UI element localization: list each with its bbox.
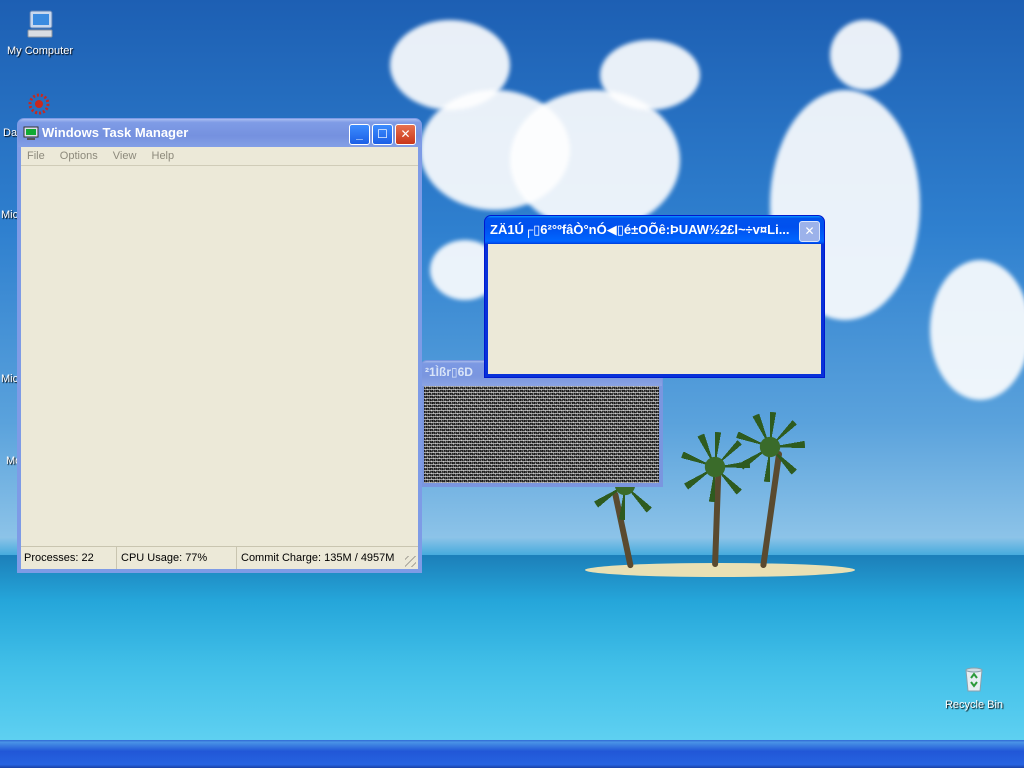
window-title: ZÄ1Ú┌▯6²°ºfâÒ°nÓ◀▯é±OÕê:ÞUAW½2£l~÷v¤Li..…	[490, 222, 790, 237]
recycle-bin-icon	[965, 667, 983, 692]
desktop-icon-label: Da	[3, 127, 18, 139]
desktop-icon-recycle-bin[interactable]: Recycle Bin	[934, 662, 1014, 711]
menu-options[interactable]: Options	[60, 150, 98, 162]
close-icon: ✕	[400, 127, 411, 141]
island	[585, 563, 855, 577]
minimize-button[interactable]: _	[349, 124, 370, 145]
close-button[interactable]: ✕	[395, 124, 416, 145]
menu-view[interactable]: View	[113, 150, 137, 162]
window-client	[488, 244, 821, 374]
desktop-icon-my-computer[interactable]: My Computer	[0, 8, 80, 57]
cloud	[930, 260, 1024, 400]
glitch-window-back[interactable]: ²1Ìßr▯6D	[420, 360, 663, 487]
window-titlebar[interactable]: Windows Task Manager _ ☐ ✕	[18, 119, 421, 147]
desktop-icon-label: Mic	[1, 373, 19, 385]
close-button[interactable]: ✕	[799, 221, 820, 242]
menu-help[interactable]: Help	[152, 150, 175, 162]
desktop-icon-label: My Computer	[6, 45, 74, 57]
desktop-icon-label: Mic	[1, 209, 19, 221]
task-manager-icon	[23, 126, 39, 140]
taskbar	[0, 740, 1024, 768]
status-commit-charge: Commit Charge: 135M / 4957M	[241, 552, 395, 564]
menu-file[interactable]: File	[27, 150, 45, 162]
cloud	[510, 90, 680, 230]
resize-grip[interactable]	[405, 556, 416, 567]
task-manager-window[interactable]: Windows Task Manager _ ☐ ✕ File Options …	[17, 118, 422, 573]
window-title: Windows Task Manager	[42, 125, 189, 140]
menu-bar: File Options View Help	[21, 147, 418, 166]
cloud	[830, 20, 900, 90]
cloud	[600, 40, 700, 110]
status-bar: Processes: 22 CPU Usage: 77% Commit Char…	[21, 546, 418, 569]
close-icon: ✕	[804, 224, 815, 238]
maximize-button[interactable]: ☐	[372, 124, 393, 145]
desktop-icon-label: Recycle Bin	[944, 699, 1004, 711]
computer-icon	[27, 10, 53, 38]
garbled-content	[424, 386, 659, 483]
maximize-icon: ☐	[377, 127, 388, 141]
task-manager-client: File Options View Help Processes: 22 CPU…	[21, 147, 418, 569]
window-titlebar[interactable]: ZÄ1Ú┌▯6²°ºfâÒ°nÓ◀▯é±OÕê:ÞUAW½2£l~÷v¤Li..…	[485, 216, 824, 244]
status-cpu-usage: CPU Usage: 77%	[117, 547, 237, 569]
window-title: ²1Ìßr▯6D	[425, 365, 473, 379]
glitch-window-front[interactable]: ZÄ1Ú┌▯6²°ºfâÒ°nÓ◀▯é±OÕê:ÞUAW½2£l~÷v¤Li..…	[484, 215, 825, 378]
sea	[0, 555, 1024, 740]
minimize-icon: _	[356, 127, 363, 141]
status-processes: Processes: 22	[21, 547, 117, 569]
palm-fronds	[735, 412, 805, 482]
